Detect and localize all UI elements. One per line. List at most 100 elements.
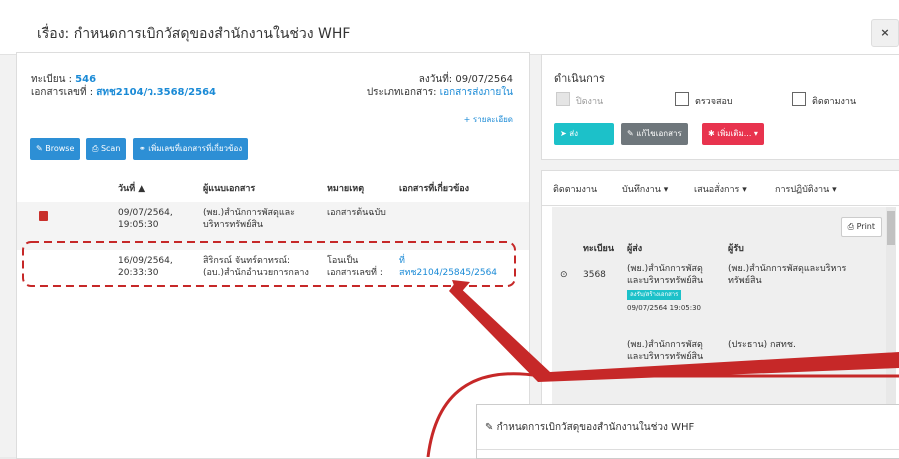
tab-proposal[interactable]: เสนอสั่งการ ▾ xyxy=(694,182,747,196)
history-sender: (พย.)สำนักการพัสดุ และบริหารทรัพย์สิน xyxy=(627,263,703,287)
document-number-label: เอกสารเลขที่ : xyxy=(31,87,94,98)
modal-header: เรื่อง: กำหนดการเบิกวัสดุของสำนักงานในช่… xyxy=(0,0,899,55)
history-sender-line1: (พย.)สำนักการพัสดุ xyxy=(627,264,703,274)
col-reg: ทะเบียน xyxy=(583,244,614,254)
related-document-link[interactable]: ที่ สทช2104/25845/2564 xyxy=(399,255,497,279)
zoom-title: ✎ กำหนดการเบิกวัสดุของสำนักงานในช่วง WHF xyxy=(485,420,694,435)
table-row[interactable]: 09/07/2564, 19:05:30 (พย.)สำนักการพัสดุแ… xyxy=(17,202,529,250)
add-related-label: เพิ่มเลขที่เอกสารที่เกี่ยวข้อง xyxy=(148,144,243,153)
col-attacher: ผู้แนบเอกสาร xyxy=(203,184,256,194)
attachment-table-header: วันที่ ▲ ผู้แนบเอกสาร หมายเหตุ เอกสารที่… xyxy=(17,176,529,203)
history-receiver-line1: (พย.)สำนักการพัสดุและบริหาร xyxy=(728,264,847,274)
row-time-value: 19:05:30 xyxy=(118,220,159,230)
row-attacher-line1: (พย.)สำนักการพัสดุและ xyxy=(203,208,295,218)
col-date[interactable]: วันที่ ▲ xyxy=(118,183,145,195)
document-number-value: สทช2104/ว.3568/2564 xyxy=(96,87,216,98)
tab-operations[interactable]: การปฏิบัติงาน ▾ xyxy=(775,182,837,196)
link-icon: ⚭ xyxy=(139,144,149,153)
tab-tracking[interactable]: ติดตามงาน xyxy=(553,182,597,196)
tab-work-log[interactable]: บันทึกงาน ▾ xyxy=(622,182,668,196)
row-time-value: 20:33:30 xyxy=(118,268,159,278)
tag-icon: ✎ xyxy=(36,144,46,153)
send-button[interactable]: ➤ ส่ง xyxy=(554,123,614,145)
document-number: เอกสารเลขที่ : สทช2104/ว.3568/2564 xyxy=(31,85,216,100)
row-note: เอกสารต้นฉบับ xyxy=(327,208,386,218)
document-type: ประเภทเอกสาร: เอกสารส่งภายใน xyxy=(367,85,513,100)
detail-link[interactable]: + รายละเอียด xyxy=(464,113,513,126)
caret-down-icon: ▾ xyxy=(739,185,747,195)
actions-title: ดำเนินการ xyxy=(554,72,605,85)
tab-bar: ติดตามงาน บันทึกงาน ▾ เสนอสั่งการ ▾ การป… xyxy=(542,171,899,206)
col-date-label: วันที่ xyxy=(118,184,136,194)
printer-icon: ⎙ xyxy=(847,222,857,231)
edit-icon: ✎ xyxy=(627,129,637,138)
row-note: โอนเป็น เอกสารเลขที่ : xyxy=(327,255,383,279)
close-job-checkbox[interactable] xyxy=(556,92,570,106)
scrollbar-thumb[interactable] xyxy=(887,211,895,245)
print-button[interactable]: ⎙ Print xyxy=(840,217,882,237)
pdf-file-icon[interactable] xyxy=(39,211,48,221)
follow-up-label: ติดตามงาน xyxy=(812,97,857,107)
zoom-title-text: กำหนดการเบิกวัสดุของสำนักงานในช่วง WHF xyxy=(496,422,695,433)
history-timestamp: 09/07/2564 19:05:30 xyxy=(627,304,702,312)
document-date-label: ลงวันที่: xyxy=(418,74,453,85)
close-job-label: ปิดงาน xyxy=(576,97,604,107)
row-attacher-line2: (อบ.)สำนักอำนวยการกลาง xyxy=(203,268,309,278)
history-receiver: (ประธาน) กสทช. xyxy=(728,340,796,350)
browse-button[interactable]: ✎ Browse xyxy=(30,138,81,160)
zoom-callout: ✎ กำหนดการเบิกวัสดุของสำนักงานในช่วง WHF xyxy=(476,404,899,459)
edit-document-label: แก้ไขเอกสาร xyxy=(636,129,682,138)
status-badge: ลงรับ/สร้างเอกสาร xyxy=(627,290,682,300)
sort-up-icon: ▲ xyxy=(138,184,146,194)
more-label: เพิ่มเติม... xyxy=(717,129,752,138)
caret-down-icon: ▾ xyxy=(660,185,669,195)
caret-down-icon: ▾ xyxy=(753,129,758,138)
row-note-line2: เอกสารเลขที่ : xyxy=(327,268,383,278)
clock-icon: ⊙ xyxy=(560,270,568,280)
table-row[interactable]: 16/09/2564, 20:33:30 สิริกรณ์ จันทร์ดาทร… xyxy=(17,250,529,296)
close-button[interactable]: × xyxy=(871,19,899,47)
history-sender-line2: และบริหารทรัพย์สิน xyxy=(627,276,704,286)
document-modal: เรื่อง: กำหนดการเบิกวัสดุของสำนักงานในช่… xyxy=(0,0,899,459)
row-date: 16/09/2564, 20:33:30 xyxy=(118,255,173,279)
scan-button[interactable]: ⎙ Scan xyxy=(86,138,127,160)
add-related-button[interactable]: ⚭ เพิ่มเลขที่เอกสารที่เกี่ยวข้อง xyxy=(133,138,249,160)
col-related: เอกสารที่เกี่ยวข้อง xyxy=(399,184,470,194)
review-checkbox[interactable] xyxy=(675,92,689,106)
document-date-value: 09/07/2564 xyxy=(455,74,513,85)
actions-panel: ดำเนินการ ปิดงาน ตรวจสอบ ติดตามงาน ➤ ส่ง… xyxy=(541,54,899,160)
print-label: Print xyxy=(856,222,875,231)
printer-icon: ⎙ xyxy=(92,144,101,153)
divider xyxy=(477,449,899,450)
row-attacher-line1: สิริกรณ์ จันทร์ดาทรณ์: xyxy=(203,256,291,266)
send-label: ส่ง xyxy=(569,129,579,138)
edit-icon: ✎ xyxy=(485,422,497,433)
edit-document-button[interactable]: ✎ แก้ไขเอกสาร xyxy=(621,123,688,145)
row-attacher: สิริกรณ์ จันทร์ดาทรณ์: (อบ.)สำนักอำนวยกา… xyxy=(203,255,309,279)
more-button[interactable]: ✱ เพิ่มเติม... ▾ xyxy=(702,123,764,145)
caret-down-icon: ▾ xyxy=(829,185,837,195)
scan-label: Scan xyxy=(100,144,121,153)
document-type-label: ประเภทเอกสาร: xyxy=(366,87,437,98)
history-receiver-line2: ทรัพย์สิน xyxy=(728,276,762,286)
paper-plane-icon: ➤ xyxy=(560,129,570,138)
row-attacher: (พย.)สำนักการพัสดุและ บริหารทรัพย์สิน xyxy=(203,207,295,231)
tab-operations-label: การปฏิบัติงาน xyxy=(775,185,830,195)
row-date-value: 09/07/2564, xyxy=(118,208,173,218)
review-label: ตรวจสอบ xyxy=(695,97,733,107)
col-receiver: ผู้รับ xyxy=(728,244,744,254)
col-note: หมายเหตุ xyxy=(327,184,365,194)
row-date-value: 16/09/2564, xyxy=(118,256,173,266)
history-reg: 3568 xyxy=(583,270,606,280)
wrench-icon: ✱ xyxy=(708,129,718,138)
registration-label: ทะเบียน : xyxy=(31,74,72,85)
history-receiver: (พย.)สำนักการพัสดุและบริหาร ทรัพย์สิน xyxy=(728,263,846,287)
modal-title: เรื่อง: กำหนดการเบิกวัสดุของสำนักงานในช่… xyxy=(37,26,351,42)
document-info-panel: ทะเบียน : 546 เอกสารเลขที่ : สทช2104/ว.3… xyxy=(16,52,530,459)
registration-value: 546 xyxy=(75,74,97,85)
follow-up-checkbox[interactable] xyxy=(792,92,806,106)
history-sender-line2: และบริหารทรัพย์สิน xyxy=(627,352,704,362)
row-note-line1: โอนเป็น xyxy=(327,256,359,266)
related-line1: ที่ xyxy=(399,256,405,266)
row-attacher-line2: บริหารทรัพย์สิน xyxy=(203,220,263,230)
